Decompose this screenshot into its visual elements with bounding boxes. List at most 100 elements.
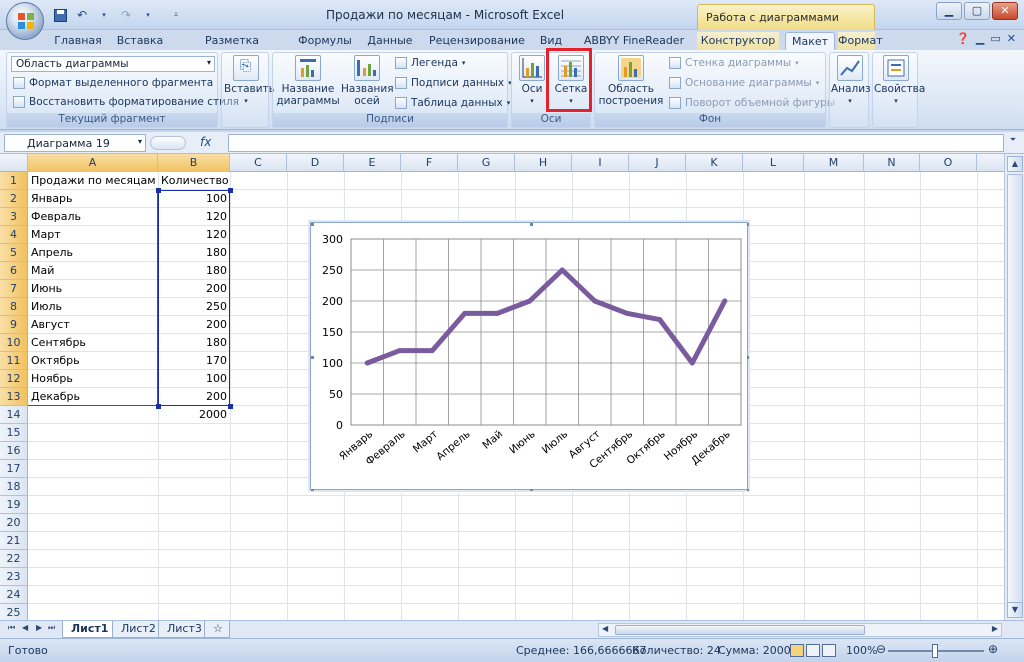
row-header-18[interactable]: 18	[0, 478, 28, 496]
save-icon[interactable]	[52, 7, 68, 23]
row-header-23[interactable]: 23	[0, 568, 28, 586]
column-header-a[interactable]: A	[28, 154, 158, 172]
ribbon-close-icon[interactable]: ✕	[1007, 32, 1016, 45]
page-layout-view-icon[interactable]	[806, 644, 820, 657]
row-header-8[interactable]: 8	[0, 298, 28, 316]
worksheet-grid[interactable]: A B C D E F G H I J K L M N O 1234567891…	[0, 154, 1004, 620]
data-point[interactable]	[429, 348, 435, 354]
data-point[interactable]	[559, 267, 565, 273]
tab-review[interactable]: Рецензирование	[428, 32, 526, 50]
tab-formulas[interactable]: Формулы	[296, 32, 354, 50]
prev-sheet-icon[interactable]: ◀	[22, 623, 28, 632]
tab-data[interactable]: Данные	[364, 32, 416, 50]
data-point[interactable]	[527, 298, 533, 304]
ribbon-restore-icon[interactable]: ▭	[990, 32, 1000, 45]
reset-style-button[interactable]: Восстановить форматирование стиля	[13, 96, 239, 108]
data-point[interactable]	[494, 310, 500, 316]
redo-icon[interactable]: ↷	[118, 7, 134, 23]
maximize-button[interactable]: ▢	[964, 2, 990, 20]
ribbon-minimize-icon[interactable]: ▁	[976, 32, 984, 45]
tab-page-layout[interactable]: Разметка страницы	[176, 32, 288, 65]
row-header-10[interactable]: 10	[0, 334, 28, 352]
line-chart[interactable]: 0 50 100 150 200 250 300 Январь Февраль Март Апрел…	[310, 222, 749, 491]
select-all-corner[interactable]	[0, 154, 28, 172]
data-point[interactable]	[462, 310, 468, 316]
last-sheet-icon[interactable]: ⏭	[48, 623, 55, 633]
column-header-k[interactable]: K	[686, 154, 743, 172]
chart-resize-handle[interactable]	[530, 489, 533, 491]
row-header-12[interactable]: 12	[0, 370, 28, 388]
chart-floor-button[interactable]: Основание диаграммы ▾	[669, 77, 819, 89]
data-point[interactable]	[624, 310, 630, 316]
row-header-13[interactable]: 13	[0, 388, 28, 406]
vertical-scrollbar[interactable]: ▲ ▼	[1004, 154, 1024, 620]
row-header-21[interactable]: 21	[0, 532, 28, 550]
column-header-f[interactable]: F	[401, 154, 458, 172]
row-header-2[interactable]: 2	[0, 190, 28, 208]
data-point[interactable]	[657, 317, 663, 323]
column-header-g[interactable]: G	[458, 154, 515, 172]
next-sheet-icon[interactable]: ▶	[36, 623, 42, 632]
cell-a1[interactable]: Продажи по месяцам	[28, 172, 158, 190]
data-point[interactable]	[689, 360, 695, 366]
close-button[interactable]: ✕	[992, 2, 1018, 20]
horizontal-scroll-thumb[interactable]	[615, 625, 865, 635]
help-icon[interactable]: ❓	[956, 32, 970, 45]
chart-resize-handle[interactable]	[311, 356, 314, 359]
zoom-out-icon[interactable]: ⊖	[876, 642, 886, 656]
tab-layout[interactable]: Макет	[785, 32, 835, 50]
normal-view-icon[interactable]	[790, 644, 804, 657]
undo-icon[interactable]: ↶	[74, 7, 90, 23]
legend-button[interactable]: Легенда ▾	[395, 57, 465, 69]
chart-title-button[interactable]: Название диаграммы	[275, 55, 341, 107]
row-header-25[interactable]: 25	[0, 604, 28, 620]
chart-resize-handle[interactable]	[747, 223, 749, 226]
insert-function-icon[interactable]: fx	[200, 135, 211, 149]
column-header-b[interactable]: B	[158, 154, 230, 172]
tab-design[interactable]: Конструктор	[697, 32, 779, 50]
tab-abbyy[interactable]: ABBYY FineReader 12	[578, 32, 690, 65]
row-header-1[interactable]: 1	[0, 172, 28, 190]
range-handle[interactable]	[156, 404, 161, 409]
vertical-scroll-thumb[interactable]	[1007, 174, 1023, 604]
sheet-tab-3[interactable]: Лист3	[158, 621, 211, 638]
chart-resize-handle[interactable]	[747, 489, 749, 491]
data-point[interactable]	[592, 298, 598, 304]
cell-b14[interactable]: 2000	[158, 406, 230, 424]
row-header-4[interactable]: 4	[0, 226, 28, 244]
plot-area-button[interactable]: Область построения	[597, 55, 665, 107]
office-button[interactable]	[6, 2, 44, 40]
formula-expand-handle[interactable]	[150, 136, 186, 150]
data-table-button[interactable]: Таблица данных ▾	[395, 97, 510, 109]
minimize-button[interactable]: ▁	[936, 2, 962, 20]
row-header-5[interactable]: 5	[0, 244, 28, 262]
scroll-right-icon[interactable]: ▶	[992, 624, 998, 633]
column-header-d[interactable]: D	[287, 154, 344, 172]
data-point[interactable]	[364, 360, 370, 366]
column-header-j[interactable]: J	[629, 154, 686, 172]
row-header-22[interactable]: 22	[0, 550, 28, 568]
horizontal-scrollbar[interactable]: ◀ ▶	[598, 623, 1002, 637]
row-header-14[interactable]: 14	[0, 406, 28, 424]
formula-input[interactable]	[228, 134, 1004, 152]
redo-dropdown-icon[interactable]: ▾	[140, 7, 156, 23]
row-header-24[interactable]: 24	[0, 586, 28, 604]
zoom-slider-thumb[interactable]	[932, 644, 938, 658]
scroll-up-icon[interactable]: ▲	[1007, 156, 1023, 172]
chart-element-selector[interactable]: Область диаграммы ▾	[11, 56, 215, 72]
tab-insert[interactable]: Вставка	[112, 32, 168, 50]
axis-titles-button[interactable]: Названия осей	[341, 55, 394, 107]
column-header-h[interactable]: H	[515, 154, 572, 172]
chart-resize-handle[interactable]	[530, 223, 533, 226]
row-header-16[interactable]: 16	[0, 442, 28, 460]
axes-button[interactable]: Оси ▾	[514, 55, 550, 107]
data-labels-button[interactable]: Подписи данных ▾	[395, 77, 512, 89]
first-sheet-icon[interactable]: ⏮	[8, 623, 15, 633]
row-header-3[interactable]: 3	[0, 208, 28, 226]
column-header-n[interactable]: N	[864, 154, 920, 172]
chart-resize-handle[interactable]	[311, 223, 314, 226]
page-break-view-icon[interactable]	[822, 644, 836, 657]
data-point[interactable]	[397, 348, 403, 354]
sheet-tab-2[interactable]: Лист2	[112, 621, 165, 638]
undo-dropdown-icon[interactable]: ▾	[96, 7, 112, 23]
